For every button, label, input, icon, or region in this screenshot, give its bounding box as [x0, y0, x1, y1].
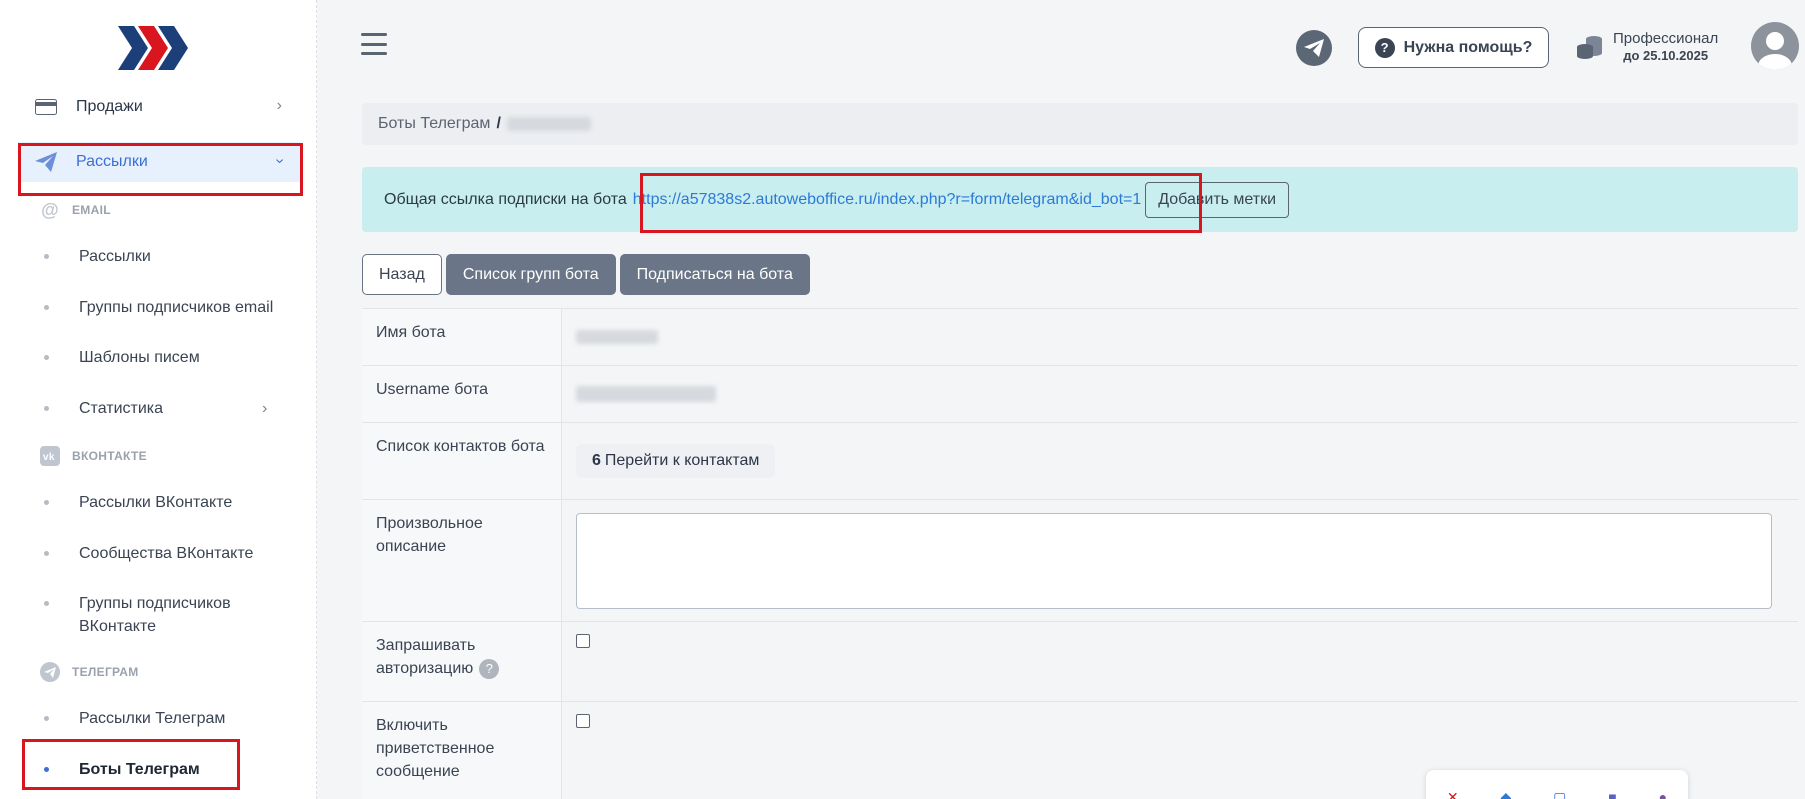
- card-icon: [34, 95, 58, 119]
- row-label: Username бота: [362, 366, 562, 422]
- bot-groups-button[interactable]: Список групп бота: [445, 254, 616, 295]
- coins-icon: [1577, 36, 1602, 59]
- avatar[interactable]: [1751, 22, 1799, 70]
- sidebar-subitem[interactable]: Рассылки Телеграм: [44, 707, 225, 730]
- section-telegram: ТЕЛЕГРАМ: [40, 662, 139, 682]
- plan-info[interactable]: Профессионал до 25.10.2025: [1575, 30, 1718, 64]
- section-label: EMAIL: [72, 203, 111, 217]
- sidebar-item-sales[interactable]: Продажи ›: [18, 87, 300, 127]
- table-row: Список контактов бота 6 Перейти к контакт…: [362, 423, 1798, 500]
- alert-text: Общая ссылка подписки на бота: [384, 190, 627, 208]
- bullet-icon: [44, 254, 49, 259]
- redacted-value: [576, 330, 658, 344]
- sidebar-subitem-statistics[interactable]: Статистика ›: [44, 397, 284, 420]
- back-button[interactable]: Назад: [362, 254, 442, 295]
- row-label: Запрашивать авторизацию?: [362, 622, 562, 701]
- bot-details-table: Имя бота Username бота Список контактов …: [362, 308, 1798, 799]
- help-label: Нужна помощь?: [1403, 38, 1533, 56]
- breadcrumb-separator: /: [496, 115, 501, 132]
- redacted-bot-name: [506, 117, 591, 131]
- sidebar-subitem[interactable]: Рассылки ВКонтакте: [44, 491, 232, 514]
- welcome-checkbox[interactable]: [576, 714, 590, 728]
- vk-icon: vk: [40, 446, 60, 466]
- menu-toggle-icon[interactable]: [361, 33, 387, 55]
- highlight-box: [640, 173, 1202, 233]
- help-button[interactable]: ? Нужна помощь?: [1358, 27, 1549, 68]
- svg-text:vk: vk: [43, 452, 55, 463]
- contacts-link-label: Перейти к контактам: [604, 452, 760, 469]
- action-buttons: Назад Список групп бота Подписаться на б…: [362, 254, 814, 295]
- user-icon: [1758, 32, 1792, 70]
- subscribe-bot-button[interactable]: Подписаться на бота: [619, 254, 810, 295]
- sidebar-subitem-label: Рассылки ВКонтакте: [79, 494, 233, 511]
- bullet-icon: [44, 500, 49, 505]
- bullet-icon: [44, 406, 49, 411]
- breadcrumb: Боты Телеграм /: [362, 103, 1798, 145]
- bullet-icon: [44, 601, 49, 606]
- bullet-icon: [44, 716, 49, 721]
- chevron-right-icon: ›: [262, 400, 268, 417]
- sidebar-subitem-label: Статистика: [79, 400, 164, 417]
- row-label: Имя бота: [362, 309, 562, 365]
- sidebar-subitem[interactable]: Сообщества ВКонтакте: [44, 542, 253, 565]
- sidebar: Продажи › Рассылки › @ EMAIL Рассылки Гр…: [0, 0, 317, 799]
- breadcrumb-link[interactable]: Боты Телеграм: [378, 115, 490, 133]
- redacted-value: [576, 386, 716, 402]
- bullet-icon: [44, 551, 49, 556]
- help-icon[interactable]: ?: [479, 658, 500, 679]
- row-label: Список контактов бота: [362, 423, 562, 499]
- section-vk: vk ВКОНТАКТЕ: [40, 446, 147, 466]
- screenshot-icon[interactable]: ▢: [1553, 789, 1566, 799]
- plan-expiry: до 25.10.2025: [1623, 48, 1709, 63]
- bullet-icon: [44, 355, 49, 360]
- row-label: Включить приветственное сообщение: [362, 702, 562, 799]
- section-label: ТЕЛЕГРАМ: [72, 665, 139, 679]
- sidebar-subitem-label: Рассылки: [79, 248, 151, 265]
- description-textarea[interactable]: [576, 512, 1772, 609]
- at-icon: @: [41, 199, 59, 220]
- section-label: ВКОНТАКТЕ: [72, 449, 147, 463]
- section-email: @ EMAIL: [40, 200, 111, 220]
- sidebar-subitem[interactable]: Группы подписчиков email: [44, 296, 273, 319]
- sidebar-subitem-label: Шаблоны писем: [79, 349, 200, 366]
- telegram-icon: [1304, 39, 1324, 57]
- table-row: Произвольное описание: [362, 500, 1798, 622]
- close-icon[interactable]: ✕: [1447, 789, 1459, 799]
- table-row: Username бота: [362, 366, 1798, 423]
- plan-name: Профессионал: [1613, 30, 1719, 47]
- sidebar-item-label: Продажи: [76, 98, 143, 115]
- row-label: Произвольное описание: [362, 500, 562, 621]
- sidebar-subitem[interactable]: Рассылки: [44, 245, 151, 268]
- sidebar-subitem[interactable]: Шаблоны писем: [44, 346, 200, 369]
- contacts-count: 6: [592, 452, 601, 469]
- contacts-link[interactable]: 6 Перейти к контактам: [576, 444, 776, 478]
- floating-toolbar: ✕ ◆ ▢ ■ ●: [1426, 770, 1688, 799]
- logo[interactable]: [118, 26, 190, 70]
- viber-icon[interactable]: ●: [1659, 789, 1667, 799]
- sidebar-subitem-label: Сообщества ВКонтакте: [79, 545, 254, 562]
- sidebar-subitem-label: Группы подписчиков ВКонтакте: [79, 595, 231, 635]
- highlight-box: [18, 143, 303, 196]
- question-icon: ?: [1374, 37, 1395, 58]
- auth-label: Запрашивать авторизацию: [376, 637, 476, 677]
- telegram-icon: [40, 662, 60, 682]
- sidebar-subitem[interactable]: Группы подписчиков ВКонтакте: [44, 592, 244, 638]
- chevron-right-icon: ›: [276, 97, 282, 114]
- telegram-icon[interactable]: ◆: [1501, 789, 1512, 799]
- telegram-button[interactable]: [1296, 30, 1332, 66]
- bullet-icon: [44, 305, 49, 310]
- table-row: Запрашивать авторизацию?: [362, 622, 1798, 702]
- table-row: Имя бота: [362, 309, 1798, 366]
- sidebar-subitem-label: Рассылки Телеграм: [79, 710, 226, 727]
- highlight-box: [22, 739, 240, 790]
- auth-checkbox[interactable]: [576, 634, 590, 648]
- sidebar-subitem-label: Группы подписчиков email: [79, 299, 274, 316]
- teams-icon[interactable]: ■: [1608, 789, 1616, 799]
